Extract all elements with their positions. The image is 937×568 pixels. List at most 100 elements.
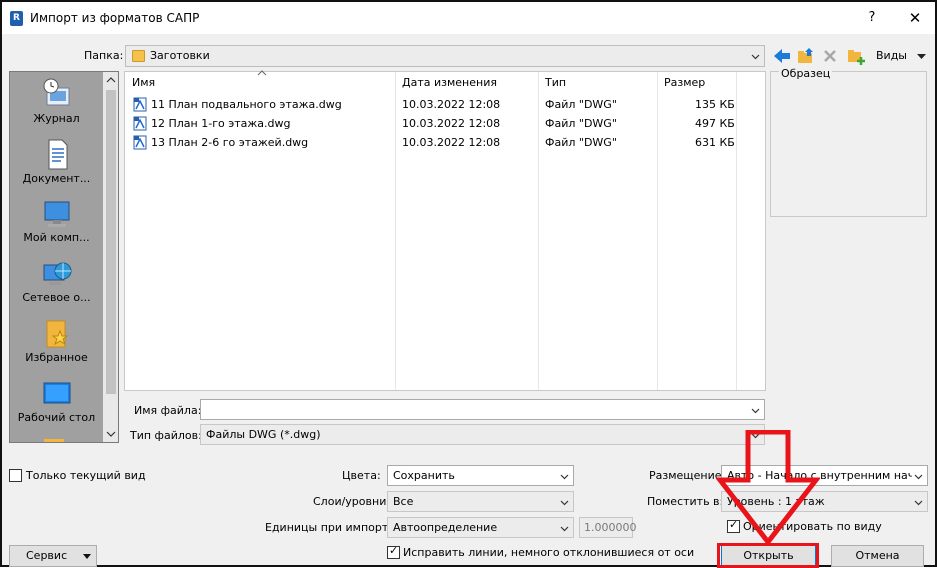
service-label: Сервис bbox=[26, 549, 68, 562]
layers-dropdown[interactable]: Все bbox=[387, 491, 574, 512]
placement-label: Размещение: bbox=[649, 469, 726, 482]
file-type: Файл "DWG" bbox=[545, 98, 617, 111]
caret-down-icon bbox=[83, 554, 91, 559]
place-network[interactable]: Сетевое о... bbox=[10, 257, 103, 304]
title-bar: R Импорт из форматов САПР ? ✕ bbox=[2, 2, 935, 34]
filetype-value: Файлы DWG (*.dwg) bbox=[206, 428, 321, 441]
folder-icon bbox=[44, 439, 64, 442]
chevron-down-icon bbox=[560, 500, 569, 506]
file-size: 631 КБ bbox=[695, 136, 735, 149]
place-label: Документ... bbox=[22, 172, 91, 185]
file-size: 135 КБ bbox=[695, 98, 735, 111]
place-at-label: Поместить в: bbox=[647, 495, 724, 508]
revit-app-icon: R bbox=[10, 11, 23, 26]
units-label: Единицы при импорте: bbox=[265, 521, 399, 534]
preview-panel: Образец bbox=[770, 67, 927, 217]
filetype-dropdown[interactable]: Файлы DWG (*.dwg) bbox=[200, 424, 765, 445]
place-documents[interactable]: Документ... bbox=[10, 138, 103, 185]
service-button[interactable]: Сервис bbox=[9, 545, 97, 567]
help-button[interactable]: ? bbox=[862, 8, 882, 28]
history-icon bbox=[43, 78, 69, 106]
fix-lines-checkbox[interactable] bbox=[387, 544, 400, 559]
folder-dropdown[interactable]: Заготовки bbox=[125, 45, 765, 67]
cancel-button[interactable]: Отмена bbox=[831, 545, 924, 567]
place-label: Рабочий стол bbox=[17, 411, 96, 424]
import-cad-dialog: R Импорт из форматов САПР ? ✕ Папка: Заг… bbox=[0, 0, 937, 568]
file-date: 10.03.2022 12:08 bbox=[402, 117, 501, 130]
caret-down-icon bbox=[916, 53, 926, 59]
column-header-size[interactable]: Размер bbox=[664, 76, 705, 89]
folder-value: Заготовки bbox=[150, 49, 210, 62]
places-bar: Журнал Документ... Мой комп... Сетевое о… bbox=[9, 71, 119, 443]
computer-icon bbox=[44, 201, 69, 227]
file-name: 12 План 1-го этажа.dwg bbox=[151, 117, 291, 130]
up-folder-icon[interactable] bbox=[796, 46, 816, 66]
documents-icon bbox=[48, 139, 67, 170]
dwg-file-icon bbox=[133, 116, 147, 131]
place-label: Журнал bbox=[33, 112, 80, 125]
units-dropdown[interactable]: Автоопределение bbox=[387, 517, 574, 538]
layers-value: Все bbox=[393, 495, 414, 508]
place-label: Мой комп... bbox=[23, 231, 90, 244]
place-label: Избранное bbox=[25, 351, 88, 364]
file-name: 13 План 2-6 го этажей.dwg bbox=[151, 136, 309, 149]
place-favorites[interactable]: Избранное bbox=[10, 317, 103, 364]
chevron-down-icon bbox=[751, 54, 760, 60]
places-scrollbar[interactable] bbox=[103, 72, 118, 442]
column-header-name[interactable]: Имя bbox=[132, 76, 155, 89]
chevron-down-icon bbox=[560, 526, 569, 532]
back-arrow-icon[interactable] bbox=[772, 46, 792, 66]
file-date: 10.03.2022 12:08 bbox=[402, 136, 501, 149]
views-button[interactable]: Виды bbox=[876, 49, 926, 62]
folder-icon bbox=[132, 50, 145, 62]
chevron-down-icon bbox=[560, 474, 569, 480]
current-view-only-checkbox[interactable] bbox=[9, 469, 22, 482]
red-down-arrow-icon bbox=[716, 430, 820, 545]
units-factor-field[interactable]: 1.000000 bbox=[579, 517, 637, 538]
units-value: Автоопределение bbox=[393, 521, 498, 534]
column-header-date[interactable]: Дата изменения bbox=[402, 76, 497, 89]
file-list[interactable]: Имя Дата изменения Тип Размер 11 План по… bbox=[124, 70, 766, 391]
place-history[interactable]: Журнал bbox=[10, 78, 103, 125]
current-view-only-label: Только текущий вид bbox=[26, 469, 146, 482]
file-type: Файл "DWG" bbox=[545, 136, 617, 149]
colors-value: Сохранить bbox=[393, 469, 455, 482]
dwg-file-icon bbox=[133, 135, 147, 150]
desktop-icon bbox=[43, 382, 70, 404]
place-my-computer[interactable]: Мой комп... bbox=[10, 197, 103, 244]
file-row[interactable]: 13 План 2-6 го этажей.dwg 10.03.2022 12:… bbox=[125, 133, 765, 152]
file-row[interactable]: 11 План подвального этажа.dwg 10.03.2022… bbox=[125, 95, 765, 114]
file-name: 11 План подвального этажа.dwg bbox=[151, 98, 342, 111]
filetype-label: Тип файлов: bbox=[130, 429, 202, 442]
scroll-thumb[interactable] bbox=[106, 90, 116, 394]
layers-label: Слои/уровни: bbox=[313, 495, 391, 508]
file-size: 497 КБ bbox=[695, 117, 735, 130]
colors-label: Цвета: bbox=[342, 469, 381, 482]
column-header-type[interactable]: Тип bbox=[545, 76, 566, 89]
scroll-up-icon[interactable] bbox=[106, 76, 116, 84]
dialog-title: Импорт из форматов САПР bbox=[30, 11, 200, 25]
fix-lines-label: Исправить линии, немного отклонившиеся о… bbox=[403, 546, 695, 559]
sort-asc-icon bbox=[257, 70, 267, 76]
close-button[interactable]: ✕ bbox=[904, 8, 926, 28]
chevron-down-icon bbox=[914, 500, 923, 506]
colors-dropdown[interactable]: Сохранить bbox=[387, 465, 574, 486]
chevron-down-icon bbox=[914, 474, 923, 480]
filename-input[interactable] bbox=[200, 399, 765, 420]
views-label: Виды bbox=[876, 49, 907, 62]
units-factor-value: 1.000000 bbox=[584, 521, 637, 534]
delete-icon[interactable] bbox=[820, 46, 840, 66]
file-row[interactable]: 12 План 1-го этажа.dwg 10.03.2022 12:08 … bbox=[125, 114, 765, 133]
chevron-down-icon[interactable] bbox=[751, 406, 760, 415]
place-desktop[interactable]: Рабочий стол bbox=[10, 377, 103, 424]
file-type: Файл "DWG" bbox=[545, 117, 617, 130]
network-icon bbox=[43, 262, 71, 285]
file-date: 10.03.2022 12:08 bbox=[402, 98, 501, 111]
dwg-file-icon bbox=[133, 97, 147, 112]
new-folder-icon[interactable] bbox=[846, 46, 866, 66]
scroll-down-icon[interactable] bbox=[106, 430, 116, 438]
highlight-rectangle bbox=[717, 543, 819, 568]
folder-label: Папка: bbox=[84, 49, 124, 62]
favorites-icon bbox=[46, 320, 68, 348]
preview-label: Образец bbox=[779, 67, 833, 80]
